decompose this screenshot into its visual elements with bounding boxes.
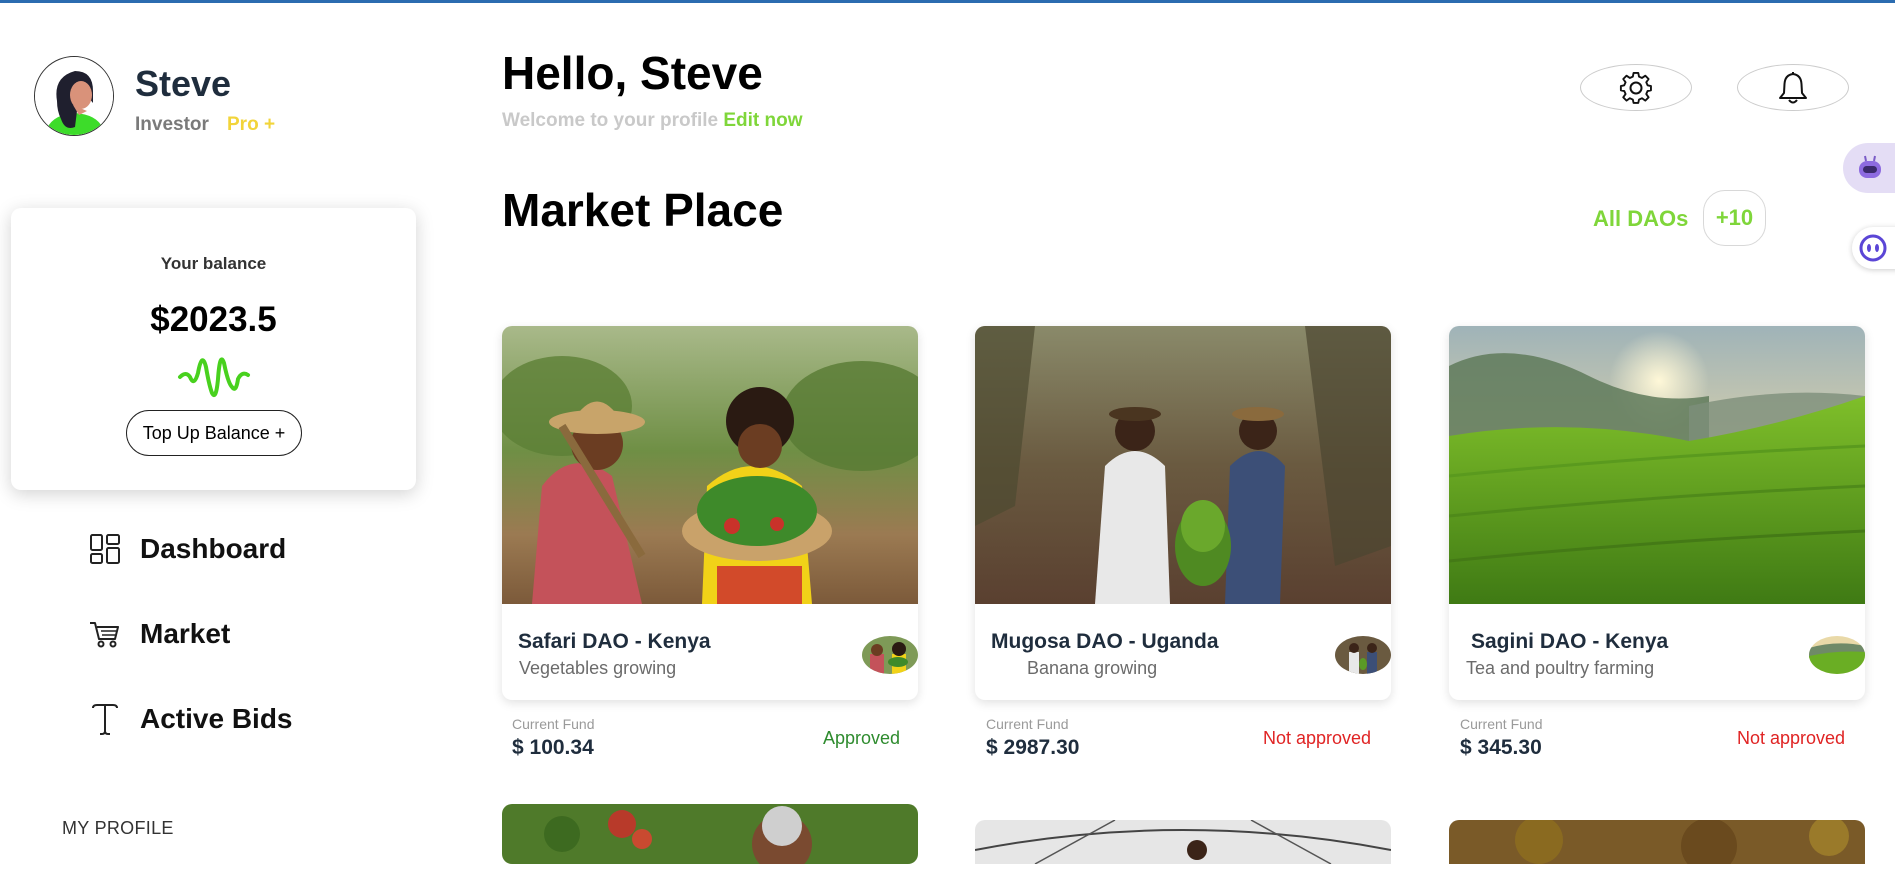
dao-thumbnail [1335,636,1391,674]
all-daos-link[interactable]: All DAOs [1593,206,1688,232]
bids-icon [92,704,118,735]
dao-name: Sagini DAO - Kenya [1471,630,1669,653]
dao-thumbnail [862,636,918,674]
dashboard-icon [90,534,120,564]
user-tier-badge[interactable]: Pro + [227,114,275,136]
more-daos-count[interactable]: +10 [1703,190,1766,246]
welcome-text: Welcome to your profile [502,110,719,131]
dao-card-peek-greenhouse[interactable] [975,820,1391,880]
avatar[interactable] [34,56,114,136]
nav-label-active-bids: Active Bids [140,703,293,734]
page-greeting: Hello, Steve [502,47,763,99]
fund-value: $ 345.30 [1460,736,1542,759]
dao-card-mugosa[interactable]: Mugosa DAO - Uganda Banana growing [975,326,1391,700]
fund-label: Current Fund [986,716,1069,732]
dao-description: Vegetables growing [519,658,677,678]
fund-label: Current Fund [1460,716,1543,732]
dao-thumbnail-image [862,636,918,674]
fund-label: Current Fund [512,716,595,732]
assistant-widget[interactable] [1843,143,1895,193]
nav-item-market[interactable]: Market [88,614,230,654]
dao-thumbnail [1809,636,1865,674]
nav-item-dashboard[interactable]: Dashboard [88,529,286,569]
fund-value: $ 100.34 [512,736,594,759]
status-badge: Not approved [1263,728,1372,748]
dao-name: Mugosa DAO - Uganda [991,630,1219,653]
dao-card-sagini[interactable]: Sagini DAO - Kenya Tea and poultry farmi… [1449,326,1865,700]
status-badge: Approved [823,728,901,748]
dao-card-peek-orchard[interactable] [1449,820,1865,880]
nav-label-market: Market [140,618,231,649]
nav-label-dashboard: Dashboard [140,533,287,564]
fund-value: $ 2987.30 [986,736,1080,759]
dao-thumbnail-image [1335,636,1391,674]
avatar-illustration [35,57,113,135]
dao-image-tea-field [1449,326,1865,604]
gear-icon [1619,71,1652,104]
chat-widget[interactable] [1852,227,1895,269]
dao-image-coffee [502,804,918,864]
status-badge: Not approved [1737,728,1846,748]
bell-icon [1779,71,1807,103]
notifications-button[interactable] [1737,64,1849,111]
my-profile-heading: MY PROFILE [62,818,174,838]
dao-image-greenhouse [975,820,1391,865]
user-name: Steve [135,63,232,104]
dao-image-farmers-vegetables [502,326,918,604]
nav-item-active-bids[interactable]: Active Bids [88,699,293,739]
dao-thumbnail-image [1809,636,1865,674]
dao-name: Safari DAO - Kenya [518,630,711,653]
dao-description: Banana growing [1027,658,1158,678]
dao-image-orchard [1449,820,1865,874]
edit-profile-link[interactable]: Edit now [723,110,802,131]
robot-icon [1859,155,1881,178]
user-role: Investor [135,114,209,135]
cart-icon [90,622,119,648]
balance-card: Your balance $2023.5 Top Up Balance + [11,208,416,490]
market-place-title: Market Place [502,184,784,236]
dao-description: Tea and poultry farming [1466,658,1655,678]
top-up-balance-button[interactable]: Top Up Balance + [126,410,302,456]
balance-label: Your balance [160,254,267,273]
chat-bot-icon [1859,234,1887,262]
balance-value: $2023.5 [150,300,277,339]
top-accent-bar [0,0,1895,3]
balance-wave-icon [178,357,250,398]
dao-image-farmers-bananas [975,326,1391,604]
dao-card-peek-coffee[interactable] [502,804,918,864]
dao-card-safari[interactable]: Safari DAO - Kenya Vegetables growing [502,326,918,700]
settings-button[interactable] [1580,64,1692,111]
welcome-line: Welcome to your profile Edit now [502,110,803,132]
